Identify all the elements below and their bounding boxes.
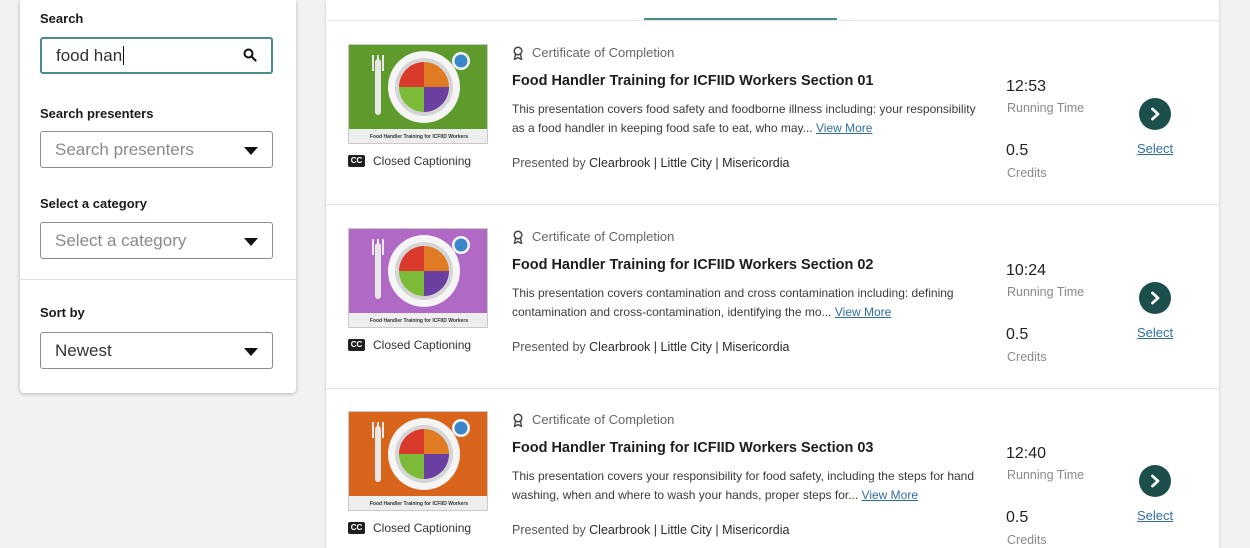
chevron-down-icon	[244, 238, 258, 246]
cc-label: Closed Captioning	[373, 338, 472, 352]
chevron-right-icon	[1151, 107, 1160, 121]
search-input[interactable]: food han	[40, 37, 273, 74]
search-label: Search	[40, 11, 84, 26]
credits-label: Credits	[1007, 166, 1047, 180]
plate-graphic	[372, 51, 470, 123]
result-card: Food Handler Training for ICFIID Workers…	[326, 22, 1219, 205]
presenters-select[interactable]: Search presenters	[40, 131, 273, 168]
sort-value: Newest	[55, 340, 112, 360]
select-link[interactable]: Select	[1137, 508, 1173, 523]
sort-label: Sort by	[40, 305, 85, 320]
presentation-title[interactable]: Food Handler Training for ICFIID Workers…	[512, 440, 873, 456]
closed-captioning: CC Closed Captioning	[348, 521, 471, 535]
presented-by-label: Presented by	[512, 340, 586, 354]
presentation-thumbnail[interactable]: Food Handler Training for ICFIID Workers	[348, 44, 488, 144]
presenters-line: Presented by Clearbrook | Little City | …	[512, 156, 789, 170]
presenters-line: Presented by Clearbrook | Little City | …	[512, 523, 789, 537]
ribbon-icon	[513, 229, 523, 244]
results-panel: Food Handler Training for ICFIID Workers…	[326, 0, 1219, 548]
sidebar-divider	[20, 279, 296, 280]
select-button[interactable]	[1139, 98, 1171, 130]
chevron-down-icon	[244, 348, 258, 356]
certificate-info: Certificate of Completion	[512, 412, 674, 427]
category-select[interactable]: Select a category	[40, 222, 273, 259]
presented-by-label: Presented by	[512, 523, 586, 537]
thumbnail-caption: Food Handler Training for ICFIID Workers	[349, 313, 487, 327]
search-icon[interactable]	[243, 48, 257, 62]
thumbnail-caption: Food Handler Training for ICFIID Workers	[349, 496, 487, 510]
filter-sidebar: Search food han Search presenters Search…	[20, 0, 296, 393]
certificate-label: Certificate of Completion	[532, 412, 675, 427]
cc-icon: CC	[348, 339, 365, 351]
presenters-placeholder: Search presenters	[55, 139, 194, 159]
select-link[interactable]: Select	[1137, 141, 1173, 156]
active-tab-indicator	[644, 18, 837, 20]
presentation-thumbnail[interactable]: Food Handler Training for ICFIID Workers	[348, 228, 488, 328]
presentation-thumbnail[interactable]: Food Handler Training for ICFIID Workers	[348, 411, 488, 511]
category-placeholder: Select a category	[55, 230, 187, 250]
select-button[interactable]	[1139, 465, 1171, 497]
presented-by-label: Presented by	[512, 156, 586, 170]
view-more-link[interactable]: View More	[862, 488, 918, 502]
running-time-label: Running Time	[1007, 101, 1085, 115]
running-time-label: Running Time	[1007, 285, 1085, 299]
closed-captioning: CC Closed Captioning	[348, 338, 471, 352]
result-card: Food Handler Training for ICFIID Workers…	[326, 389, 1219, 548]
plate-graphic	[372, 235, 470, 307]
credits-label: Credits	[1007, 350, 1047, 364]
description-text: This presentation covers food safety and…	[512, 102, 976, 135]
presenters-line: Presented by Clearbrook | Little City | …	[512, 340, 789, 354]
tab-rule	[326, 20, 1219, 21]
presenter-names: Clearbrook | Little City | Misericordia	[589, 523, 790, 537]
presenter-names: Clearbrook | Little City | Misericordia	[589, 156, 790, 170]
presentation-title[interactable]: Food Handler Training for ICFIID Workers…	[512, 73, 873, 89]
cc-label: Closed Captioning	[373, 154, 472, 168]
view-more-link[interactable]: View More	[835, 305, 891, 319]
thumbnail-caption: Food Handler Training for ICFIID Workers	[349, 129, 487, 143]
presentation-description: This presentation covers your responsibi…	[512, 467, 987, 505]
select-button[interactable]	[1139, 282, 1171, 314]
presenters-label: Search presenters	[40, 106, 154, 121]
running-time-value: 12:53	[1006, 78, 1047, 95]
view-more-link[interactable]: View More	[816, 121, 872, 135]
presentation-title[interactable]: Food Handler Training for ICFIID Workers…	[512, 257, 873, 273]
ribbon-icon	[513, 45, 523, 60]
search-input-value: food han	[56, 45, 123, 65]
presentation-description: This presentation covers contamination a…	[512, 284, 987, 322]
credits-value: 0.5	[1006, 142, 1029, 159]
category-label: Select a category	[40, 196, 147, 211]
plate-graphic	[372, 418, 470, 490]
running-time-label: Running Time	[1007, 468, 1085, 482]
chevron-right-icon	[1151, 291, 1160, 305]
running-time-value: 12:40	[1006, 445, 1047, 462]
closed-captioning: CC Closed Captioning	[348, 154, 471, 168]
chevron-right-icon	[1151, 474, 1160, 488]
cc-icon: CC	[348, 155, 365, 167]
credits-label: Credits	[1007, 533, 1047, 547]
certificate-info: Certificate of Completion	[512, 229, 674, 244]
certificate-label: Certificate of Completion	[532, 229, 675, 244]
presentation-description: This presentation covers food safety and…	[512, 100, 987, 138]
presenter-names: Clearbrook | Little City | Misericordia	[589, 340, 790, 354]
certificate-info: Certificate of Completion	[512, 45, 674, 60]
sort-select[interactable]: Newest	[40, 332, 273, 369]
text-cursor	[123, 46, 125, 65]
chevron-down-icon	[244, 147, 258, 155]
cc-icon: CC	[348, 522, 365, 534]
certificate-label: Certificate of Completion	[532, 45, 675, 60]
select-link[interactable]: Select	[1137, 325, 1173, 340]
result-card: Food Handler Training for ICFIID Workers…	[326, 206, 1219, 389]
ribbon-icon	[513, 412, 523, 427]
credits-value: 0.5	[1006, 326, 1029, 343]
credits-value: 0.5	[1006, 509, 1029, 526]
running-time-value: 10:24	[1006, 262, 1047, 279]
cc-label: Closed Captioning	[373, 521, 472, 535]
